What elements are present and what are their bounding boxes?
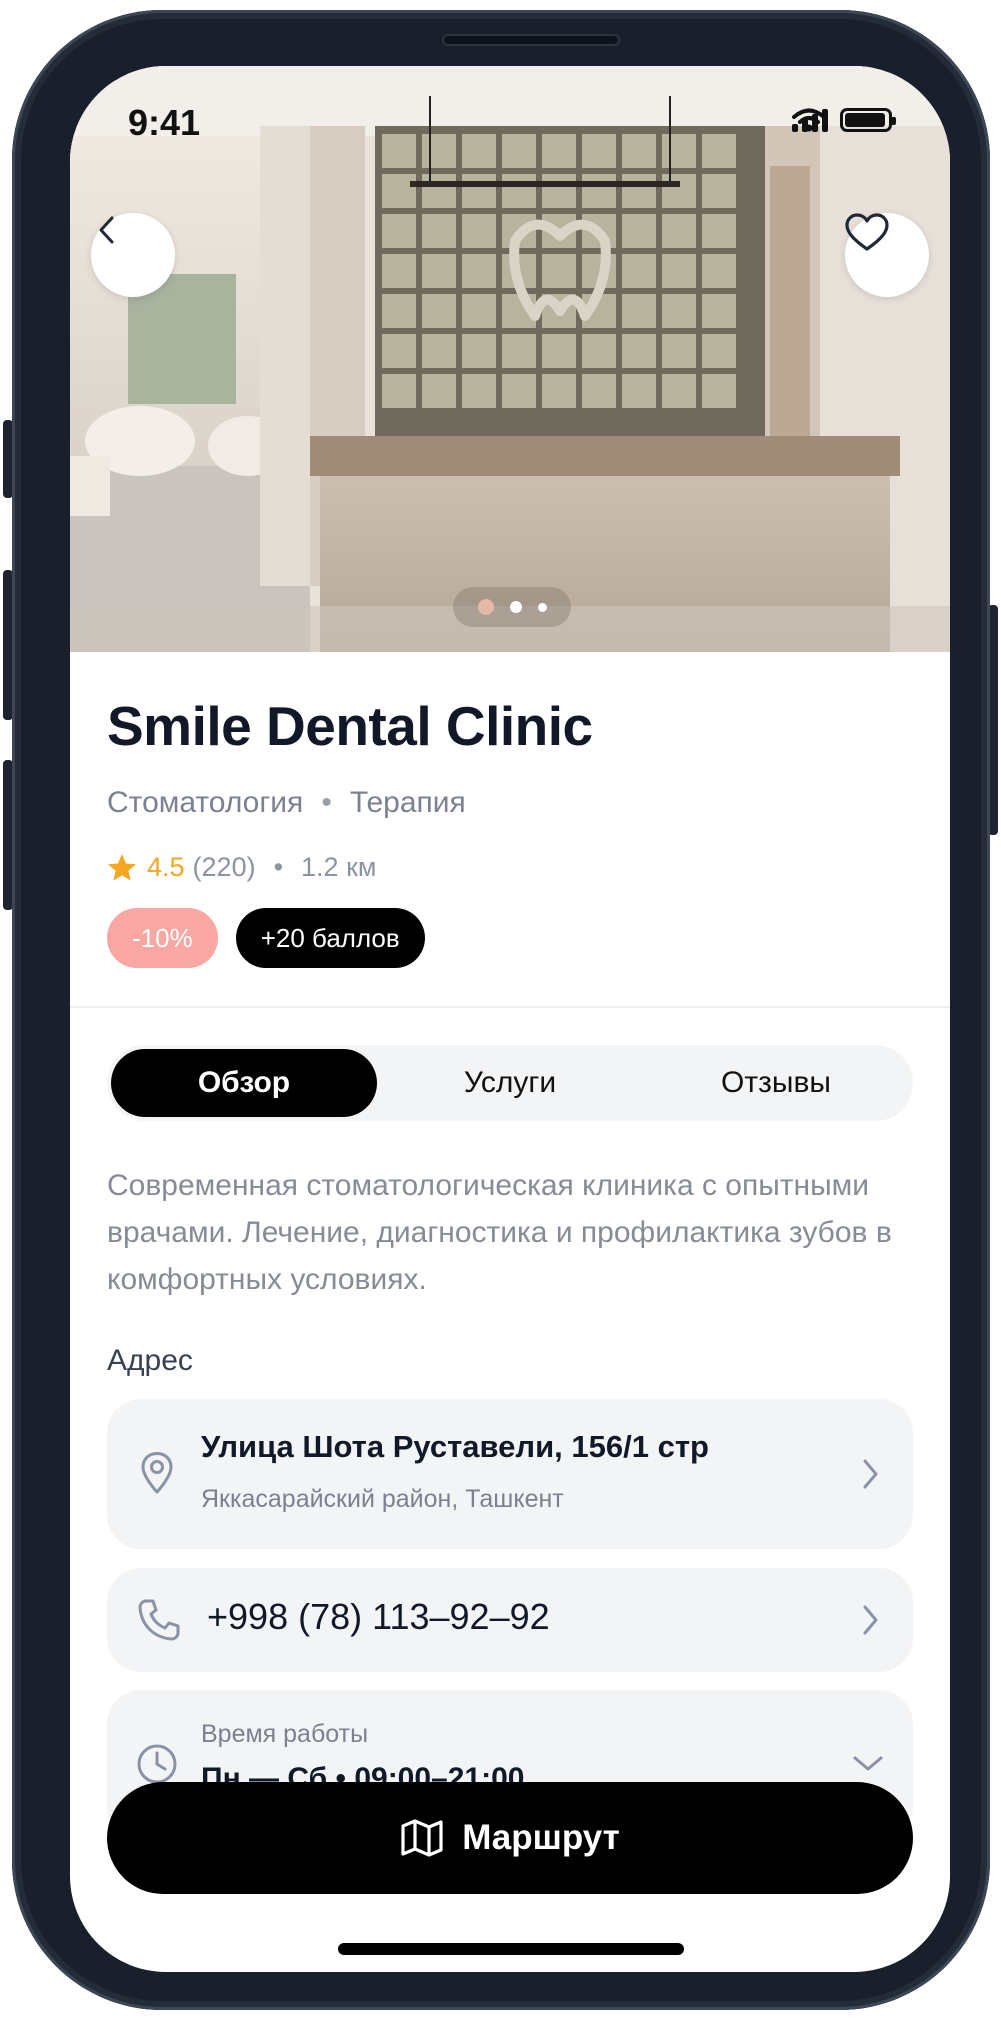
clinic-description: Современная стоматологическая клиника с … (107, 1169, 892, 1296)
back-button[interactable] (91, 213, 175, 297)
badges: -10% +20 баллов (107, 908, 425, 968)
pagination-dot[interactable] (537, 602, 547, 612)
clock-icon (137, 1744, 177, 1784)
route-button[interactable]: Маршрут (107, 1782, 913, 1894)
address-line: Улица Шота Руставели, 156/1 стр (201, 1429, 709, 1464)
tab-reviews[interactable]: Отзывы (643, 1049, 909, 1117)
route-button-label: Маршрут (462, 1818, 620, 1857)
wifi-icon (792, 108, 826, 132)
phone-icon (138, 1599, 180, 1641)
tab-services[interactable]: Услуги (377, 1049, 643, 1117)
status-time: 9:41 (128, 102, 201, 143)
status-icons (792, 108, 896, 132)
clinic-name: Smile Dental Clinic (107, 695, 593, 757)
rating-score: 4.5 (147, 852, 185, 882)
chevron-left-icon (99, 216, 114, 244)
distance: 1.2 км (301, 852, 377, 882)
address-section-label: Адрес (107, 1344, 193, 1377)
separator-dot: • (273, 852, 284, 882)
star-icon (108, 854, 136, 881)
points-badge: +20 баллов (235, 908, 425, 968)
map-icon (401, 1819, 443, 1857)
hours-label: Время работы (201, 1720, 369, 1748)
chevron-right-icon (863, 1459, 878, 1489)
carousel-pagination (453, 587, 571, 627)
phone-frame: 9:41 Smile Dental Clinic Стоматология • … (12, 10, 990, 2010)
pagination-dot-active[interactable] (477, 599, 494, 615)
separator-dot: • (321, 786, 332, 819)
chevron-down-icon (853, 1756, 883, 1771)
tab-bar: Обзор Услуги Отзывы (107, 1045, 913, 1121)
reception-photo (70, 66, 950, 652)
battery-icon (840, 108, 896, 132)
reviews-count: (220) (192, 852, 256, 882)
divider (70, 1006, 950, 1008)
home-indicator[interactable] (338, 1943, 684, 1955)
address-district: Яккасарайский район, Ташкент (201, 1485, 564, 1513)
screen: 9:41 Smile Dental Clinic Стоматология • … (70, 66, 950, 1972)
chevron-right-icon (863, 1605, 878, 1635)
speaker-grille (442, 34, 620, 46)
clinic-categories: Стоматология • Терапия (107, 786, 466, 820)
subcategory-label: Терапия (349, 786, 466, 819)
tab-overview[interactable]: Обзор (111, 1049, 377, 1117)
category-label: Стоматология (107, 786, 304, 819)
phone-number: +998 (78) 113–92–92 (207, 1596, 550, 1637)
pagination-dot[interactable] (509, 601, 522, 613)
discount-badge: -10% (107, 908, 218, 968)
heart-icon (845, 213, 889, 251)
phone-card[interactable]: +998 (78) 113–92–92 (107, 1568, 913, 1672)
address-card[interactable]: Улица Шота Руставели, 156/1 стр Яккасара… (107, 1399, 913, 1549)
clinic-photo-carousel[interactable]: 9:41 (70, 66, 950, 652)
favorite-button[interactable] (845, 213, 929, 297)
location-pin-icon (141, 1452, 173, 1494)
rating-row: 4.5 (220) • 1.2 км (107, 852, 376, 883)
